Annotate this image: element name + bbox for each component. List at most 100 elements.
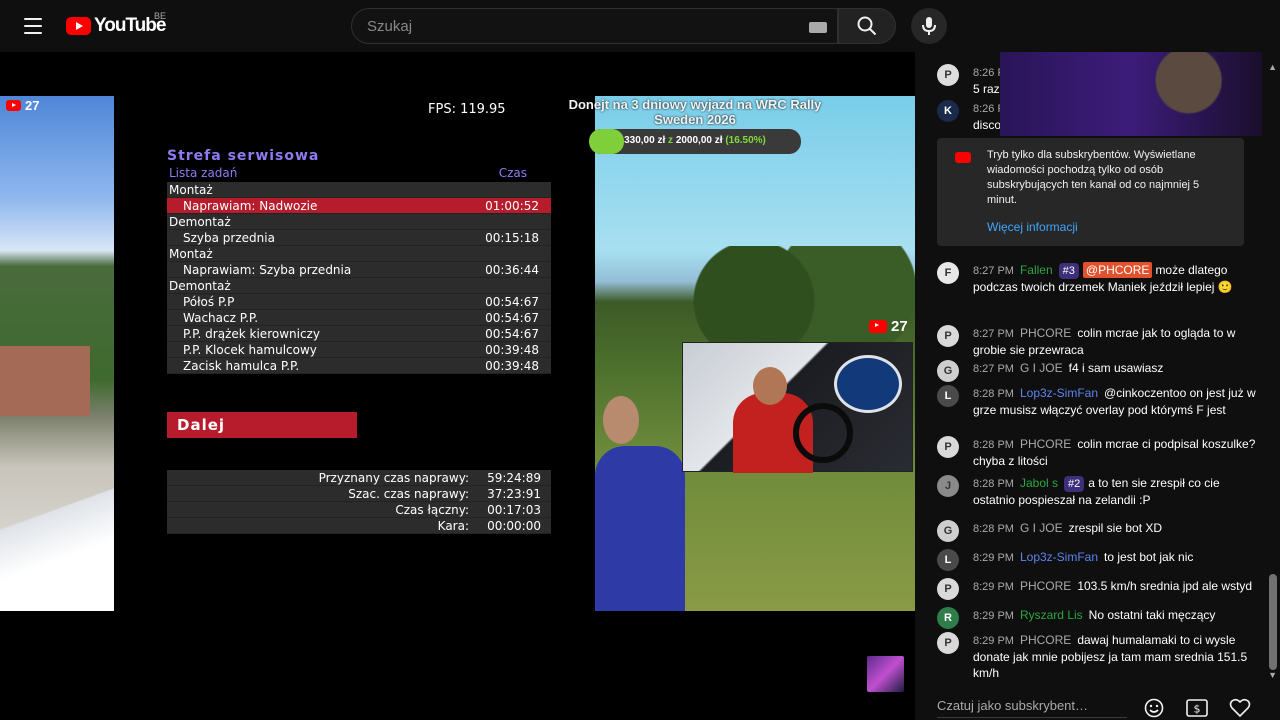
task-row[interactable]: P.P. Klocek hamulcowy 00:39:48	[167, 342, 551, 358]
message-author[interactable]: Fallen	[1020, 263, 1053, 277]
total-value: 00:17:03	[487, 502, 541, 517]
streamer-webcam	[682, 342, 913, 473]
chat-message: P 8:29 PM PHCORE dawaj humalamaki to ci wys…	[937, 632, 1257, 681]
chat-avatar[interactable]: G	[937, 520, 959, 542]
search-button[interactable]	[838, 8, 896, 44]
search-icon	[857, 16, 877, 36]
message-time: 8:28 PM	[973, 388, 1014, 400]
chat-avatar[interactable]: P	[937, 632, 959, 654]
message-text: f4 i sam usawiasz	[1068, 361, 1164, 375]
youtube-icon	[869, 320, 887, 333]
message-author[interactable]: G I JOE	[1020, 361, 1063, 375]
message-author[interactable]: PHCORE	[1020, 579, 1071, 593]
mechanic-body	[595, 446, 685, 611]
task-section-row: Demontaż	[167, 278, 551, 294]
svg-text:$: $	[1194, 703, 1201, 716]
gifter-rank-badge: #2	[1064, 476, 1085, 492]
message-time: 8:29 PM	[973, 635, 1014, 647]
chat-avatar[interactable]: G	[937, 360, 959, 382]
steering-wheel	[793, 403, 853, 463]
total-value: 37:23:91	[487, 486, 541, 501]
voice-search-button[interactable]	[911, 8, 947, 44]
message-author[interactable]: PHCORE	[1020, 633, 1071, 647]
task-row[interactable]: Szyba przednia 00:15:18	[167, 230, 551, 246]
chat-input[interactable]	[937, 694, 1127, 718]
task-row[interactable]: Półoś P.P 00:54:67	[167, 294, 551, 310]
channel-watermark[interactable]	[867, 656, 904, 692]
chat-avatar[interactable]: L	[937, 549, 959, 571]
message-author[interactable]: G I JOE	[1020, 521, 1063, 535]
chat-message: F 8:27 PM Fallen #3 @PHCORE może dlatego podc…	[937, 262, 1257, 295]
mechanic-head	[603, 396, 639, 444]
service-task-list: Montaż Naprawiam: Nadwozie 01:00:52 Demonta…	[167, 182, 551, 374]
task-row[interactable]: Wachacz P.P. 00:54:67	[167, 310, 551, 326]
message-time: 8:29 PM	[973, 552, 1014, 564]
microphone-icon	[922, 17, 936, 35]
chat-message: P 8:27 PM PHCORE colin mcrae jak to ogląda …	[937, 325, 1257, 358]
total-label: Przyznany czas naprawy:	[318, 470, 469, 485]
task-row[interactable]: Naprawiam: Nadwozie 01:00:52	[167, 198, 551, 214]
chat-avatar[interactable]: P	[937, 578, 959, 600]
youtube-logo[interactable]: YouTube	[66, 15, 166, 37]
chat-scrollbar[interactable]	[1269, 574, 1277, 670]
message-author[interactable]: Jabol s	[1020, 476, 1058, 490]
task-row[interactable]: P.P. drążek kierowniczy 00:54:67	[167, 326, 551, 342]
chat-message: L 8:29 PM Lop3z-SimFan to jest bot jak nic	[937, 549, 1257, 571]
heart-icon	[1229, 698, 1251, 718]
task-section-row: Demontaż	[167, 214, 551, 230]
scroll-up-arrow[interactable]: ▲	[1268, 62, 1277, 72]
message-author[interactable]: Lop3z-SimFan	[1020, 386, 1098, 400]
task-time: 00:54:67	[485, 310, 539, 325]
chat-avatar[interactable]: P	[937, 436, 959, 458]
task-time: 00:39:48	[485, 342, 539, 357]
mention-tag: @PHCORE	[1082, 262, 1153, 278]
scroll-down-arrow[interactable]: ▼	[1268, 670, 1277, 680]
reaction-button[interactable]	[1228, 696, 1252, 720]
menu-icon[interactable]	[18, 14, 48, 38]
video-player[interactable]: 27 27 FPS: 119.95 Donejt na 3 dniowy wyj…	[0, 52, 915, 720]
message-author[interactable]: Ryszard Lis	[1020, 608, 1083, 622]
chat-message: L 8:28 PM Lop3z-SimFan @cinkoczentoo on jes…	[937, 385, 1257, 418]
message-author[interactable]: PHCORE	[1020, 437, 1071, 451]
scene-mechanic	[595, 396, 685, 611]
masthead: YouTube BE	[0, 0, 1280, 52]
message-text: dawaj humalamaki to ci wysle donate jak …	[973, 633, 1248, 680]
task-label: P.P. drążek kierowniczy	[183, 326, 320, 341]
total-label: Kara:	[437, 518, 469, 533]
task-label: Półoś P.P	[183, 294, 235, 309]
task-time: 00:39:48	[485, 358, 539, 373]
notice-text: Tryb tylko dla subskrybentów. Wyświetlan…	[987, 149, 1200, 206]
message-author[interactable]: PHCORE	[1020, 326, 1071, 340]
message-time: 8:29 PM	[973, 610, 1014, 622]
chat-message: R 8:29 PM Ryszard Lis No ostatni taki męczą…	[937, 607, 1257, 629]
next-button[interactable]: Dalej	[167, 412, 357, 438]
chat-avatar[interactable]: R	[937, 607, 959, 629]
task-label: Demontaż	[169, 214, 231, 229]
super-chat-button[interactable]: $	[1185, 696, 1209, 720]
scene-car	[0, 476, 114, 611]
more-info-link[interactable]: Więcej informacji	[987, 220, 1230, 235]
message-text: disco	[973, 118, 1002, 132]
task-time: 00:54:67	[485, 326, 539, 341]
message-text: 5 raz	[973, 82, 1000, 96]
chat-avatar[interactable]: F	[937, 262, 959, 284]
task-time: 00:54:67	[485, 294, 539, 309]
chat-avatar[interactable]: J	[937, 475, 959, 497]
chat-avatar[interactable]: P	[937, 325, 959, 347]
keyboard-icon[interactable]	[809, 22, 827, 33]
chat-message: J 8:28 PM Jabol s #2 a to ten sie zrespił co…	[937, 475, 1257, 508]
emoji-button[interactable]	[1142, 696, 1166, 720]
watkins-glen-logo	[834, 355, 902, 413]
search-input[interactable]	[367, 17, 787, 35]
task-row[interactable]: Naprawiam: Szyba przednia 00:36:44	[167, 262, 551, 278]
task-row[interactable]: Zacisk hamulca P.P. 00:39:48	[167, 358, 551, 374]
chat-avatar[interactable]: L	[937, 385, 959, 407]
message-time: 8:28 PM	[973, 478, 1014, 490]
total-value: 59:24:89	[487, 470, 541, 485]
youtube-icon	[6, 100, 21, 111]
total-row: Przyznany czas naprawy: 59:24:89	[167, 470, 551, 486]
message-text: colin mcrae ci podpisal koszulke? chyba …	[973, 437, 1256, 468]
task-label: Montaż	[169, 182, 213, 197]
message-author[interactable]: Lop3z-SimFan	[1020, 550, 1098, 564]
subscribers-only-notice: Tryb tylko dla subskrybentów. Wyświetlan…	[937, 138, 1244, 246]
